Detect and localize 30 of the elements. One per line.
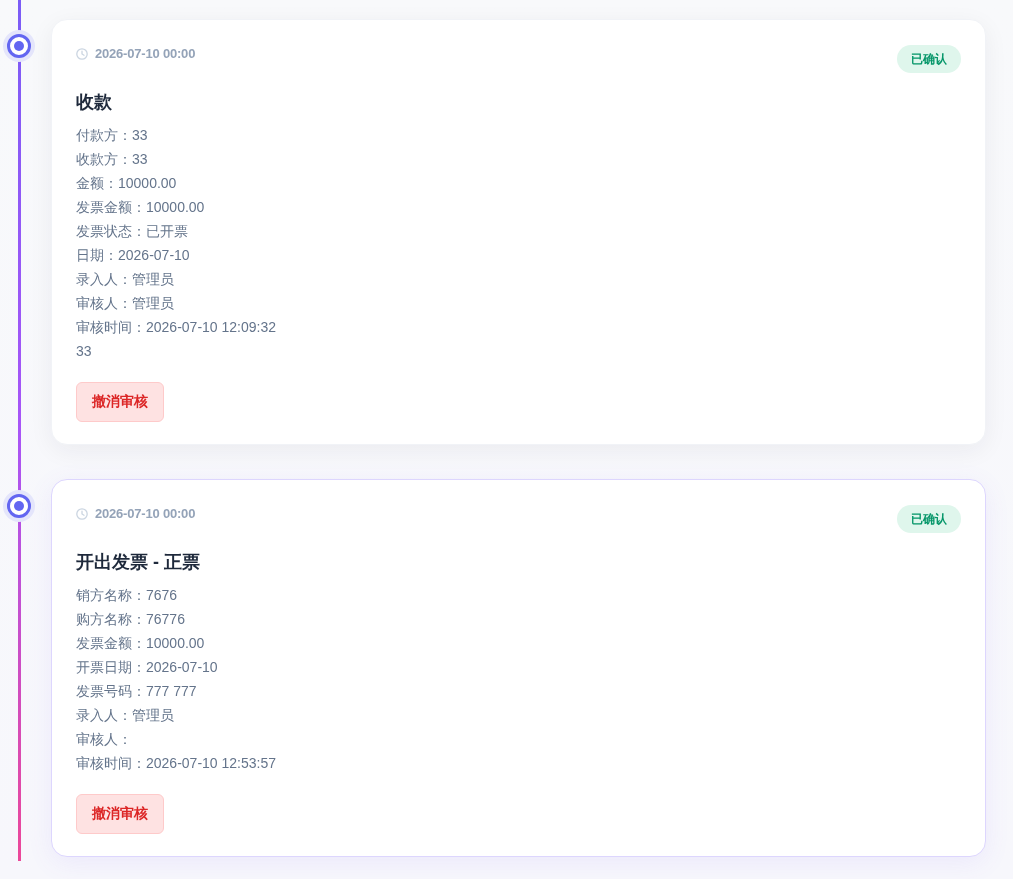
- timeline-marker-icon: [3, 490, 35, 522]
- detail-text: 收款方：33: [76, 150, 148, 169]
- detail-text: 审核时间：2026-07-10 12:53:57: [76, 754, 276, 773]
- event-title: 收款: [76, 91, 113, 114]
- detail-text: 录入人：管理员: [76, 270, 174, 289]
- event-title: 开出发票 - 正票: [76, 551, 201, 574]
- detail-text: 33: [76, 342, 92, 361]
- detail-text: 发票状态：已开票: [76, 222, 188, 241]
- detail-text: 日期：2026-07-10: [76, 246, 190, 265]
- revoke-review-button[interactable]: 撤消审核: [76, 794, 164, 834]
- timeline-marker-icon: [3, 30, 35, 62]
- detail-text: 发票金额：10000.00: [76, 634, 205, 653]
- status-badge: 已确认: [897, 45, 961, 73]
- revoke-review-button[interactable]: 撤消审核: [76, 382, 164, 422]
- status-badge: 已确认: [897, 505, 961, 533]
- detail-text: 购方名称：76776: [76, 610, 185, 629]
- detail-text: 销方名称：7676: [76, 586, 178, 605]
- detail-text: 发票号码：777 777: [76, 682, 197, 701]
- detail-text: 发票金额：10000.00: [76, 198, 205, 217]
- clock-icon: [76, 508, 88, 520]
- detail-text: 开票日期：2026-07-10: [76, 658, 218, 677]
- detail-text: 金额：10000.00: [76, 174, 177, 193]
- clock-icon: [76, 48, 88, 60]
- event-time: 2026-07-10 00:00: [95, 505, 196, 523]
- detail-text: 审核人：: [76, 730, 132, 749]
- event-time: 2026-07-10 00:00: [95, 45, 196, 63]
- detail-text: 审核人：管理员: [76, 294, 174, 313]
- detail-text: 审核时间：2026-07-10 12:09:32: [76, 318, 276, 337]
- detail-text: 付款方：33: [76, 126, 148, 145]
- detail-text: 录入人：管理员: [76, 706, 174, 725]
